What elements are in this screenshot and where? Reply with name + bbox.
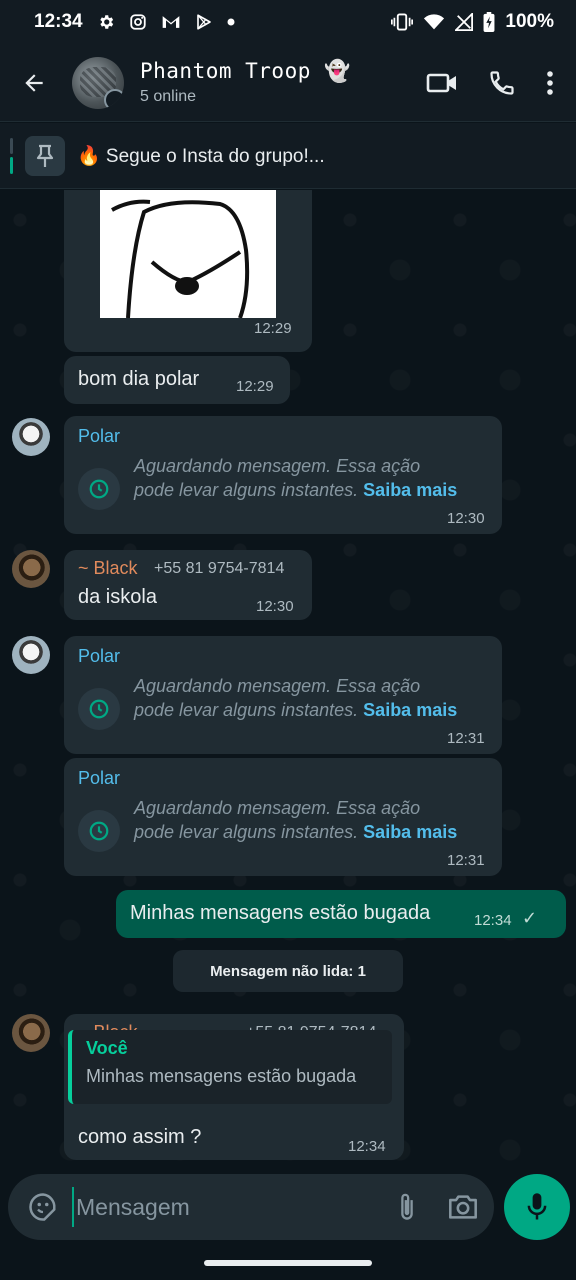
learn-more-link[interactable]: Saiba mais [363, 700, 457, 720]
sent-check-icon: ✓ [522, 908, 538, 928]
message-time: 12:30 [256, 598, 294, 615]
message-text: como assim ? [78, 1126, 202, 1148]
waiting-text: Aguardando mensagem. Essa ação pode leva… [134, 798, 458, 842]
pinned-text: 🔥 Segue o Insta do grupo!... [77, 145, 325, 167]
message-bubble[interactable]: Polar Aguardando mensagem. Essa ação pod… [64, 758, 502, 876]
message-bubble[interactable]: Polar Aguardando mensagem. Essa ação pod… [64, 416, 502, 534]
battery-icon [483, 12, 495, 32]
sender-name[interactable]: Polar [78, 768, 120, 789]
system-nav-bar [0, 1246, 576, 1280]
message-time: 12:30 [447, 510, 485, 527]
unread-divider: Mensagem não lida: 1 [173, 950, 403, 992]
back-arrow-icon[interactable] [16, 65, 52, 101]
learn-more-link[interactable]: Saiba mais [363, 480, 457, 500]
sticker-icon[interactable] [28, 1192, 58, 1222]
message-time: 12:31 [447, 730, 485, 747]
home-handle[interactable] [204, 1260, 372, 1266]
quote-text: Minhas mensagens estão bugada [86, 1066, 357, 1086]
status-ring-icon [104, 88, 124, 109]
gmail-icon [161, 14, 181, 30]
chat-header: Phantom Troop 👻 5 online [0, 44, 576, 122]
dot-icon [227, 18, 235, 26]
group-title: Phantom Troop 👻 [140, 59, 351, 83]
status-bar: 12:34 100% [0, 0, 576, 44]
message-input[interactable] [72, 1187, 396, 1227]
pinned-message-bar[interactable]: 🔥 Segue o Insta do grupo!... [0, 123, 576, 189]
quoted-message[interactable]: Você Minhas mensagens estão bugada [68, 1030, 392, 1104]
message-time: 12:31 [447, 852, 485, 869]
more-vertical-icon[interactable] [546, 70, 554, 96]
clock-icon [78, 810, 120, 852]
sticker-message[interactable]: 12:29 [64, 190, 312, 352]
outgoing-message-bubble[interactable]: Minhas mensagens estão bugada 12:34 ✓ [116, 890, 566, 938]
phone-call-icon[interactable] [488, 69, 516, 97]
message-text: da iskola [78, 586, 157, 608]
clock-icon [78, 468, 120, 510]
play-store-icon [195, 13, 213, 31]
signal-icon [455, 13, 474, 31]
sticker-image [100, 190, 276, 319]
waiting-text: Aguardando mensagem. Essa ação pode leva… [134, 456, 458, 500]
mic-button[interactable] [504, 1174, 570, 1240]
group-online-count: 5 online [140, 88, 197, 105]
battery-percent: 100% [505, 11, 554, 32]
pin-indicator [10, 137, 13, 174]
avatar-polar[interactable] [12, 418, 50, 456]
instagram-icon [129, 13, 147, 31]
quote-author: Você [86, 1038, 128, 1058]
vibrate-icon [391, 13, 414, 31]
camera-icon[interactable] [448, 1194, 478, 1220]
learn-more-link[interactable]: Saiba mais [363, 822, 457, 842]
sender-phone: +55 81 9754-7814 [154, 560, 285, 577]
message-bubble[interactable]: ~ Black +55 81 9754-7814 da iskola 12:30 [64, 550, 312, 620]
avatar-polar[interactable] [12, 636, 50, 674]
message-bubble[interactable]: Polar Aguardando mensagem. Essa ação pod… [64, 636, 502, 754]
attach-icon[interactable] [396, 1192, 418, 1222]
gear-icon [97, 13, 115, 31]
pin-icon [25, 135, 65, 176]
status-time: 12:34 [34, 11, 83, 32]
message-time: 12:34 [348, 1138, 386, 1155]
message-text: bom dia polar [78, 368, 200, 390]
message-composer [8, 1174, 494, 1240]
sender-name[interactable]: Polar [78, 426, 120, 447]
sender-name[interactable]: Polar [78, 646, 120, 667]
group-info[interactable]: Phantom Troop 👻 5 online [140, 59, 351, 106]
message-list[interactable]: 12:29 bom dia polar 12:29 Polar Aguardan… [0, 190, 576, 1174]
video-call-icon[interactable] [426, 71, 458, 95]
message-time: 12:29 [254, 320, 292, 337]
waiting-text: Aguardando mensagem. Essa ação pode leva… [134, 676, 458, 720]
message-time: 12:34 [474, 912, 512, 929]
sender-name[interactable]: ~ Black [78, 558, 138, 579]
avatar-black[interactable] [12, 550, 50, 588]
message-bubble[interactable]: bom dia polar 12:29 [64, 356, 290, 404]
wifi-icon [423, 13, 445, 31]
group-avatar[interactable] [72, 56, 124, 109]
clock-icon [78, 688, 120, 730]
avatar-black[interactable] [12, 1014, 50, 1052]
message-text: Minhas mensagens estão bugada [130, 902, 431, 924]
message-time: 12:29 [236, 378, 274, 395]
mic-icon [526, 1192, 548, 1222]
